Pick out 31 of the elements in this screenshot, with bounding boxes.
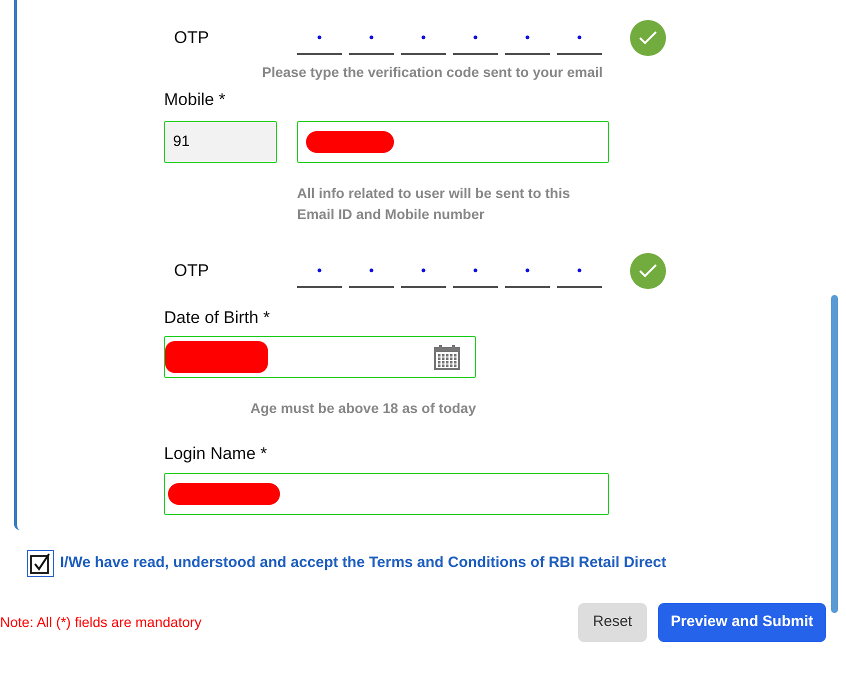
otp-digit-field[interactable]: • — [349, 254, 394, 288]
submit-button[interactable]: Preview and Submit — [658, 603, 826, 642]
field-label: OTP — [173, 260, 210, 282]
scrollbar-thumb[interactable] — [831, 295, 838, 613]
calendar-icon[interactable] — [434, 344, 460, 370]
login-name-field[interactable] — [164, 472, 609, 514]
hint-text: All info related to user will be sent to this Email ID and Mobile number — [297, 184, 572, 224]
otp-digit-field[interactable]: • — [505, 21, 550, 55]
otp-digit-field[interactable]: • — [401, 254, 446, 288]
field-label: Login Name * — [164, 443, 268, 465]
mobile-field[interactable] — [297, 120, 609, 162]
hint-text: Please type the verification code sent to your email — [262, 63, 604, 82]
otp-digit-field[interactable]: • — [557, 254, 602, 288]
mandatory-note: Note: All (*) fields are mandatory — [0, 613, 203, 632]
field-label: Mobile * — [164, 89, 226, 111]
otp-digit-field[interactable]: • — [297, 21, 342, 55]
terms-checkbox[interactable] — [27, 550, 54, 577]
otp-digit-field[interactable]: • — [453, 254, 498, 288]
field-label: OTP — [173, 27, 210, 50]
country-code-field[interactable]: 91 — [164, 120, 277, 162]
otp-digit-field[interactable]: • — [297, 254, 342, 288]
field-label: Date of Birth * — [164, 306, 271, 328]
hint-text: Age must be above 18 as of today — [249, 399, 476, 418]
otp-digit-field[interactable]: • — [453, 21, 498, 55]
otp-digit-field[interactable]: • — [349, 21, 394, 55]
otp-digit-field[interactable]: • — [557, 21, 602, 55]
terms-text: I/We have read, understood and accept the Terms and Conditions of RBI Retail Direct — [60, 553, 666, 574]
date-field[interactable] — [164, 336, 476, 378]
otp-digit-field[interactable]: • — [401, 21, 446, 55]
reset-button[interactable]: Reset — [578, 603, 647, 642]
otp-digit-field[interactable]: • — [505, 254, 550, 288]
